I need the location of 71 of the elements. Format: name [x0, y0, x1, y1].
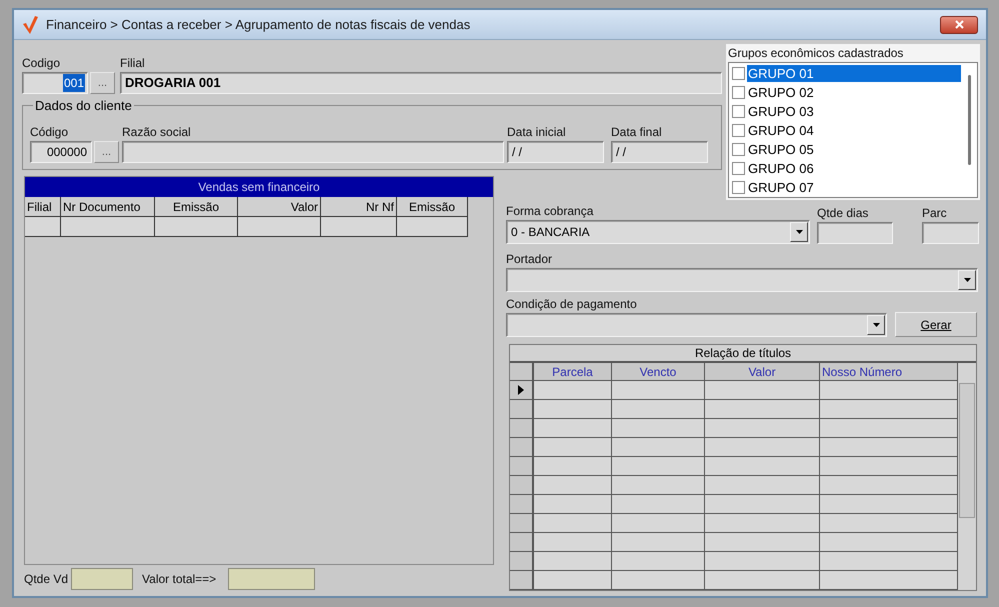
input-field[interactable]: / /: [507, 141, 604, 163]
field-label: Valor total==>: [142, 572, 216, 586]
generate-button[interactable]: Gerar: [895, 312, 977, 337]
field-label: Qtde dias: [817, 206, 870, 220]
input-field[interactable]: / /: [611, 141, 708, 163]
field-label: Parc: [922, 206, 948, 220]
close-button[interactable]: [940, 16, 978, 34]
field-label: Código: [30, 125, 70, 139]
field-label: Portador: [506, 252, 554, 266]
column-header: Parcela: [534, 363, 612, 381]
window-title: Financeiro > Contas a receber > Agrupamento de notas fiscais de vendas: [46, 16, 472, 34]
input-field[interactable]: [817, 222, 893, 244]
grid-title: Relação de títulos: [510, 345, 976, 363]
checkbox[interactable]: [732, 181, 745, 194]
column-header: Vencto: [612, 363, 705, 381]
grid-title: Vendas sem financeiro: [25, 177, 493, 197]
dropdown-field[interactable]: [506, 313, 887, 337]
checkmark-logo-icon: [22, 16, 38, 34]
column-header: Emissão: [397, 197, 468, 217]
table-cell: [397, 217, 468, 237]
field-label: Forma cobrança: [506, 204, 594, 218]
checkbox[interactable]: [732, 67, 745, 80]
dropdown-field[interactable]: [506, 268, 978, 292]
list-item[interactable]: GRUPO 03: [747, 103, 961, 120]
field-label: Data final: [611, 125, 663, 139]
input-field[interactable]: 000000: [30, 141, 92, 163]
checkbox[interactable]: [732, 105, 745, 118]
field-label: Data inicial: [507, 125, 567, 139]
checkbox[interactable]: [732, 86, 745, 99]
current-row-icon: [518, 385, 524, 395]
column-header: Nr Documento: [61, 197, 155, 217]
lookup-button[interactable]: ...: [94, 141, 119, 163]
input-field[interactable]: [122, 141, 504, 163]
list-item[interactable]: GRUPO 04: [747, 122, 961, 139]
dropdown-field[interactable]: 0 - BANCARIA: [506, 220, 810, 244]
dropdown-arrow-icon: [872, 323, 880, 327]
list-item[interactable]: GRUPO 01: [747, 65, 961, 82]
code-field[interactable]: 001: [22, 72, 88, 94]
column-header: Nosso Número: [820, 363, 958, 381]
row-indicator[interactable]: [510, 381, 534, 400]
list-item[interactable]: GRUPO 05: [747, 141, 961, 158]
column-header: Valor: [238, 197, 321, 217]
field-label: Codigo: [22, 56, 62, 70]
list-item[interactable]: GRUPO 02: [747, 84, 961, 101]
input-field[interactable]: [71, 568, 134, 590]
lookup-button[interactable]: ...: [90, 72, 115, 94]
list-item[interactable]: GRUPO 06: [747, 160, 961, 177]
panel-title: Grupos econômicos cadastrados: [728, 46, 904, 60]
input-field[interactable]: [922, 222, 979, 244]
group-title: Dados do cliente: [34, 97, 133, 115]
input-field[interactable]: [228, 568, 316, 590]
column-header: Valor: [705, 363, 820, 381]
close-icon: [954, 20, 964, 29]
scrollbar[interactable]: [958, 363, 976, 590]
field-label: Condição de pagamento: [506, 297, 638, 311]
checkbox[interactable]: [732, 124, 745, 137]
column-header: Filial: [25, 197, 61, 217]
dropdown-arrow-icon: [796, 230, 802, 234]
field-label: Qtde Vd: [24, 572, 68, 586]
scrollbar-thumb[interactable]: [968, 75, 970, 165]
scrollbar-thumb[interactable]: [959, 383, 975, 518]
column-header: Nr Nf: [321, 197, 397, 217]
dropdown-arrow-icon: [964, 278, 970, 282]
checkbox[interactable]: [732, 162, 745, 175]
field-label: Razão social: [122, 125, 192, 139]
input-field[interactable]: DROGARIA 001: [120, 72, 722, 94]
column-header: Emissão: [155, 197, 238, 217]
list-item[interactable]: GRUPO 07: [747, 179, 961, 196]
table-cell: [25, 217, 61, 237]
field-label: Filial: [120, 56, 146, 70]
checkbox[interactable]: [732, 143, 745, 156]
